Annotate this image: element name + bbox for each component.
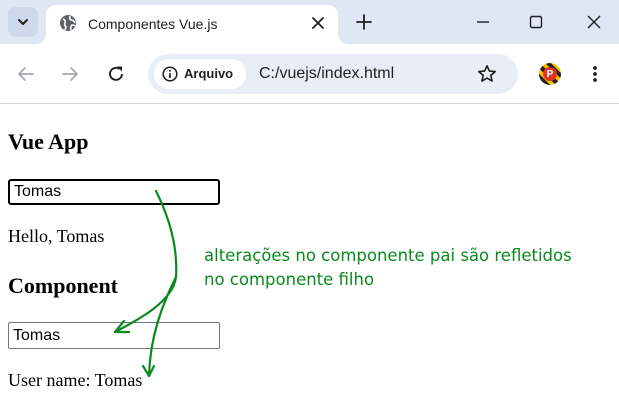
chevron-down-icon [18, 19, 28, 25]
app-heading: Vue App [8, 129, 89, 154]
star-icon [478, 65, 496, 82]
plus-icon [356, 14, 372, 30]
maximize-button[interactable] [524, 10, 548, 34]
site-chip-label: Arquivo [184, 66, 234, 81]
tab-strip: Componentes Vue.js [0, 0, 619, 44]
bookmark-button[interactable] [476, 63, 498, 85]
arrow-to-username-head [141, 364, 156, 378]
profile-initial: P [543, 67, 557, 81]
globe-icon [60, 15, 76, 31]
minimize-button[interactable] [471, 10, 495, 34]
child-name-input[interactable] [8, 322, 220, 349]
minimize-icon [477, 21, 489, 23]
maximize-icon [529, 15, 543, 29]
close-window-button[interactable] [582, 10, 606, 34]
back-button[interactable] [14, 62, 38, 86]
reload-button[interactable] [104, 62, 128, 86]
component-heading: Component [8, 273, 119, 298]
more-vert-icon [593, 66, 597, 82]
browser-menu-button[interactable] [586, 62, 604, 86]
forward-button[interactable] [58, 62, 82, 86]
parent-name-input[interactable] [8, 179, 220, 205]
active-tab[interactable]: Componentes Vue.js [46, 5, 338, 44]
annotation-line-2: no componente filho [204, 270, 375, 289]
tab-title: Componentes Vue.js [88, 16, 218, 32]
arrow-left-icon [18, 67, 34, 81]
page-content: Vue App Hello, Tomas Component User name… [0, 105, 619, 408]
arrow-to-child-input [113, 189, 178, 334]
site-info-chip[interactable]: Arquivo [154, 59, 246, 89]
username-text: User name: Tomas [8, 370, 143, 390]
tab-close-button[interactable] [308, 13, 328, 33]
arrow-right-icon [62, 67, 78, 81]
profile-avatar[interactable]: P [539, 63, 561, 85]
annotation-line-1: alterações no componente pai são refleti… [204, 246, 572, 265]
new-tab-button[interactable] [352, 10, 376, 34]
info-icon [162, 66, 178, 82]
annotation-note: alterações no componente pai são refleti… [204, 244, 604, 292]
close-icon [312, 17, 324, 29]
hello-text: Hello, Tomas [8, 226, 105, 246]
address-bar[interactable]: Arquivo C:/vuejs/index.html [148, 54, 518, 94]
tab-search-button[interactable] [8, 7, 38, 37]
reload-icon [109, 66, 123, 81]
browser-toolbar: Arquivo C:/vuejs/index.html P [0, 44, 619, 104]
url-text[interactable]: C:/vuejs/index.html [259, 65, 394, 83]
close-icon [587, 15, 601, 29]
